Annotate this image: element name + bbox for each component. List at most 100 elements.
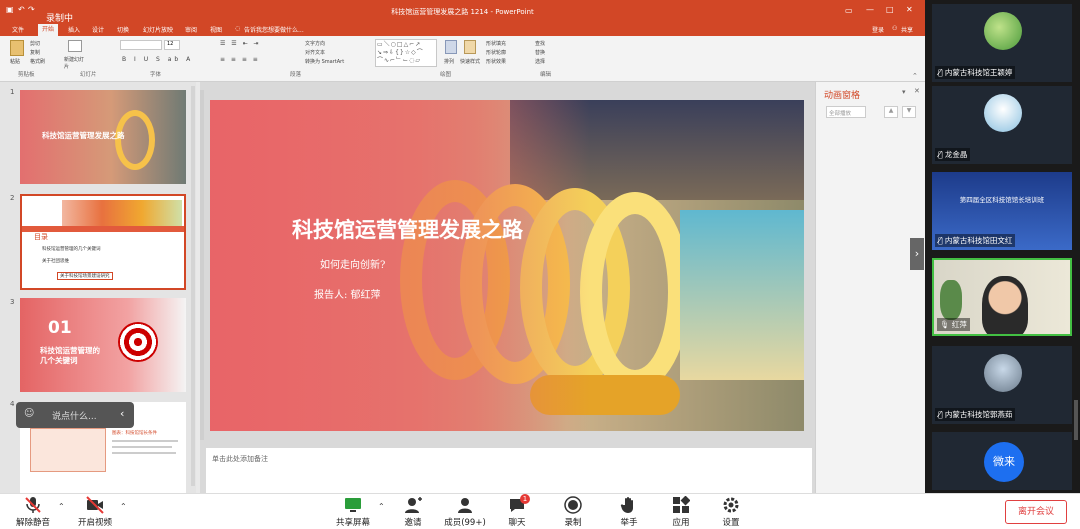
invite-button[interactable]: 邀请 (388, 496, 438, 528)
move-down-icon[interactable]: ▼ (902, 106, 916, 118)
collapse-ribbon-icon[interactable]: ⌃ (912, 72, 918, 80)
participant-name: 🎙̸ 内蒙古科技馆王颖婷 (935, 66, 1016, 79)
editor-scrollbar[interactable] (200, 90, 204, 440)
slide-number: 3 (10, 298, 15, 306)
participant-name-text: 内蒙古科技馆郭燕茹 (944, 410, 1013, 419)
participants-scrollbar[interactable] (1074, 400, 1078, 440)
share-link[interactable]: 共享 (901, 25, 913, 34)
chat-button[interactable]: 1 聊天 (492, 494, 542, 528)
notes-pane[interactable]: 单击此处添加备注 (206, 448, 812, 493)
mute-options-chevron-icon[interactable]: ⌃ (58, 502, 65, 511)
format-painter-button[interactable]: 格式刷 (30, 58, 45, 65)
chat-badge: 1 (520, 494, 530, 504)
video-options-chevron-icon[interactable]: ⌃ (120, 502, 127, 511)
replace-button[interactable]: 替换 (535, 49, 545, 56)
minimize-icon[interactable]: — (866, 5, 874, 14)
tab-insert[interactable]: 插入 (68, 25, 80, 34)
font-group-label: 字体 (150, 72, 162, 78)
mute-button[interactable]: 解除静音 (8, 496, 58, 528)
new-slide-icon[interactable] (68, 40, 82, 52)
paste-icon[interactable] (10, 40, 24, 56)
apps-label: 应用 (672, 518, 690, 528)
text-direction-button[interactable]: 文字方向 (305, 40, 325, 47)
mic-off-icon: 🎙̸ (938, 150, 945, 159)
shapes-gallery[interactable]: ▭＼○□△⌐↗ ↘⇒⇩{}☆◇⌒ ⌒∿⌐﹂⌙◌▱ (375, 39, 437, 67)
share-icon[interactable]: ⚇ (892, 25, 897, 32)
arrange-button[interactable]: 排列 (444, 58, 454, 65)
collapse-chevron-icon[interactable]: ‹ (120, 407, 124, 420)
tab-file[interactable]: 文件 (12, 25, 24, 34)
participant-name: 🎙̸ 内蒙古科技馆郭燕茹 (935, 408, 1016, 421)
pane-close-icon[interactable]: ✕ (914, 87, 920, 95)
play-all-button[interactable]: 全部播放 (826, 106, 866, 118)
ribbon-options-icon[interactable]: ▭ (845, 6, 853, 15)
shape-outline-button[interactable]: 形状轮廓 (486, 49, 506, 56)
login-link[interactable]: 登录 (872, 25, 884, 34)
maximize-icon[interactable]: □ (886, 5, 894, 14)
align-buttons[interactable]: ≡ ≡ ≡ ≡ (220, 56, 260, 63)
slide-number: 1 (10, 88, 15, 96)
tab-slideshow[interactable]: 幻灯片放映 (143, 25, 173, 34)
move-up-icon[interactable]: ▲ (884, 106, 898, 118)
thumbs-scrollbar[interactable] (191, 86, 195, 486)
share-screen-button[interactable]: 共享屏幕 (328, 496, 378, 528)
paragraph-group-label: 段落 (290, 72, 302, 78)
participant-tile[interactable]: 🎙̸ 龙金晶 (932, 86, 1072, 164)
tab-design[interactable]: 设计 (92, 25, 104, 34)
thumb-4-box (30, 428, 106, 472)
quick-styles-button[interactable]: 快速样式 (460, 58, 480, 65)
list-buttons[interactable]: ☰ ☰ ⇤ ⇥ (220, 40, 261, 47)
shape-effects-button[interactable]: 形状效果 (486, 58, 506, 65)
start-video-button[interactable]: 开启视频 (70, 496, 120, 528)
participant-name-text: 龙金晶 (944, 150, 968, 159)
paste-button[interactable]: 粘贴 (10, 58, 20, 65)
settings-button[interactable]: 设置 (706, 496, 756, 528)
find-button[interactable]: 查找 (535, 40, 545, 47)
members-button[interactable]: 成员(99+) (440, 496, 490, 528)
tab-view[interactable]: 视图 (210, 25, 222, 34)
select-button[interactable]: 选择 (535, 58, 545, 65)
font-size-select[interactable]: 12 (164, 40, 180, 50)
copy-button[interactable]: 复制 (30, 49, 40, 56)
expand-panel-chevron-icon[interactable]: › (910, 238, 924, 270)
tab-review[interactable]: 审阅 (185, 25, 197, 34)
slide-thumb-2[interactable]: 目录 科技馆运营管理的几个关键词 关于社团思维 关于科技馆场景建设研究 (20, 194, 186, 290)
slide-thumb-3[interactable]: 01 科技馆运营管理的几个关键词 (20, 298, 186, 392)
close-icon[interactable]: ✕ (906, 5, 913, 14)
new-slide-button[interactable]: 新建幻灯片 (64, 56, 88, 70)
font-format-buttons[interactable]: B I U S ab A (122, 56, 193, 63)
smartart-button[interactable]: 转换为 SmartArt (305, 58, 344, 65)
raise-hand-button[interactable]: 举手 (604, 496, 654, 528)
cut-button[interactable]: 剪切 (30, 40, 40, 47)
chat-input-overlay[interactable]: ☺ 说点什么... ‹ (16, 402, 134, 428)
shape-fill-button[interactable]: 形状填充 (486, 40, 506, 47)
chat-input-placeholder[interactable]: 说点什么... (52, 409, 97, 422)
apps-button[interactable]: 应用 (656, 496, 706, 528)
tell-me-input[interactable]: 告诉我您想要做什么... (244, 25, 304, 34)
thumb-4-line (112, 446, 172, 448)
participant-name-text: 红萍 (951, 320, 967, 329)
record-button[interactable]: 录制 (548, 496, 598, 528)
thumb-arrow-banner (62, 200, 182, 226)
font-family-select[interactable] (120, 40, 162, 50)
slide-bg-right (680, 210, 804, 380)
ribbon-tabs: 文件 开始 插入 设计 切换 幻灯片放映 审阅 视图 ◌ 告诉我您想要做什么..… (0, 22, 925, 36)
participant-tile-active[interactable]: 🎙 红萍 (932, 258, 1072, 336)
share-options-chevron-icon[interactable]: ⌃ (378, 502, 385, 511)
arrange-icon[interactable] (445, 40, 457, 54)
quick-styles-icon[interactable] (464, 40, 476, 54)
slide-thumb-1[interactable]: 科技馆运营管理发展之路 (20, 90, 186, 184)
participant-tile[interactable]: 🎙̸ 内蒙古科技馆郭燕茹 (932, 346, 1072, 424)
participant-tile[interactable]: 🎙̸ 内蒙古科技馆王颖婷 (932, 4, 1072, 82)
tab-home[interactable]: 开始 (38, 24, 59, 36)
participant-tile[interactable]: 微来 (932, 432, 1072, 490)
pane-menu-icon[interactable]: ▾ (902, 88, 906, 96)
current-slide[interactable]: 科技馆运营管理发展之路 如何走向创新? 报告人: 郁红萍 (210, 100, 804, 431)
leave-meeting-button[interactable]: 离开会议 (1005, 500, 1067, 524)
tab-transitions[interactable]: 切换 (117, 25, 129, 34)
slide-number: 2 (10, 194, 15, 202)
align-text-button[interactable]: 对齐文本 (305, 49, 325, 56)
participant-tile[interactable]: 第四届全区科技馆馆长培训班 🎙̸ 内蒙古科技馆田文红 (932, 172, 1072, 250)
notes-placeholder[interactable]: 单击此处添加备注 (212, 455, 268, 463)
emoji-icon[interactable]: ☺ (24, 408, 34, 419)
